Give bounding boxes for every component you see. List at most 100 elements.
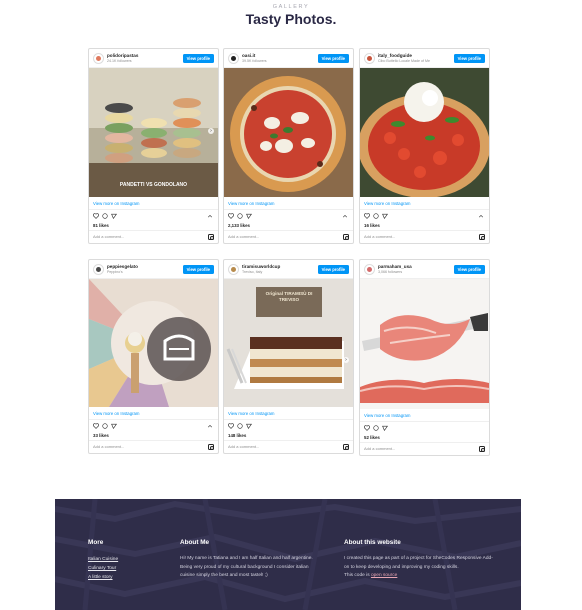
instagram-card: oasi.it 39.5K followers View profile Vie… xyxy=(223,48,354,244)
view-profile-button[interactable]: View profile xyxy=(182,265,214,274)
footer-heading: About Me xyxy=(180,539,210,546)
likes-count: 2,133 likes xyxy=(224,222,353,231)
instagram-icon[interactable] xyxy=(479,234,485,240)
avatar[interactable] xyxy=(93,53,104,64)
comment-placeholder: Add a comment... xyxy=(228,444,260,449)
comment-icon[interactable] xyxy=(237,213,243,219)
sign-text: Original TIRAMISÙ DI TREVISO xyxy=(265,291,313,302)
likes-count: 81 likes xyxy=(89,222,218,231)
view-profile-button[interactable]: View profile xyxy=(317,54,349,63)
post-actions xyxy=(224,210,353,222)
view-more-link[interactable]: View more on Instagram xyxy=(224,407,353,420)
avatar[interactable] xyxy=(93,264,104,275)
username[interactable]: oasi.it xyxy=(242,53,255,58)
username[interactable]: parmaham_usa xyxy=(378,264,412,269)
chevron-up-icon[interactable] xyxy=(478,213,484,219)
heart-icon[interactable] xyxy=(228,213,234,219)
view-more-link[interactable]: View more on Instagram xyxy=(360,409,489,422)
comment-input[interactable]: Add a comment... xyxy=(224,441,353,453)
follower-count: Cibo Buttello Locale Made of Me xyxy=(378,59,430,63)
share-icon[interactable] xyxy=(111,213,117,219)
heart-icon[interactable] xyxy=(93,213,99,219)
view-profile-button[interactable]: View profile xyxy=(182,54,214,63)
avatar[interactable] xyxy=(228,53,239,64)
heart-icon[interactable] xyxy=(93,423,99,429)
card-header: peppiesgelato Peppino's View profile xyxy=(89,260,218,279)
avatar[interactable] xyxy=(228,264,239,275)
view-more-link[interactable]: View more on Instagram xyxy=(360,197,489,210)
comment-icon[interactable] xyxy=(373,213,379,219)
post-photo[interactable] xyxy=(360,279,489,409)
username[interactable]: italy_foodguide xyxy=(378,53,412,58)
comment-input[interactable]: Add a comment... xyxy=(360,231,489,243)
comment-icon[interactable] xyxy=(373,425,379,431)
share-icon[interactable] xyxy=(382,213,388,219)
view-profile-button[interactable]: View profile xyxy=(453,265,485,274)
chevron-right-icon[interactable]: › xyxy=(343,357,349,363)
chevron-up-icon[interactable] xyxy=(207,213,213,219)
comment-input[interactable]: Add a comment... xyxy=(89,231,218,243)
comment-icon[interactable] xyxy=(237,423,243,429)
comment-input[interactable]: Add a comment... xyxy=(89,441,218,453)
comment-icon[interactable] xyxy=(102,423,108,429)
footer-link-italian-cuisine[interactable]: Italian Cuisine xyxy=(88,555,118,564)
instagram-card: peppiesgelato Peppino's View profile Vie… xyxy=(88,259,219,454)
comment-placeholder: Add a comment... xyxy=(364,234,396,239)
share-icon[interactable] xyxy=(246,213,252,219)
follower-count: 3,066 followers xyxy=(378,270,403,274)
card-header: parmaham_usa 3,066 followers View profil… xyxy=(360,260,489,279)
share-icon[interactable] xyxy=(111,423,117,429)
view-more-link[interactable]: View more on Instagram xyxy=(89,197,218,210)
chevron-up-icon[interactable] xyxy=(342,213,348,219)
comment-icon[interactable] xyxy=(102,213,108,219)
comment-input[interactable]: Add a comment... xyxy=(360,443,489,455)
post-photo[interactable] xyxy=(224,68,353,197)
instagram-card: parmaham_usa 3,066 followers View profil… xyxy=(359,259,490,456)
footer-col-about-me: About Me Hi! My name is Tatiana and I am… xyxy=(180,539,320,581)
section-eyebrow: GALLERY xyxy=(272,4,310,10)
comment-placeholder: Add a comment... xyxy=(228,234,260,239)
share-icon[interactable] xyxy=(246,423,252,429)
footer-link-little-story[interactable]: A little story xyxy=(88,573,118,582)
about-me-text: Hi! My name is Tatiana and I am half Ita… xyxy=(180,556,313,578)
avatar[interactable] xyxy=(364,264,375,275)
site-footer: More Italian Cuisine Culinary Tour A lit… xyxy=(55,499,521,610)
chevron-up-icon[interactable] xyxy=(207,423,213,429)
likes-count: 33 likes xyxy=(89,432,218,441)
username[interactable]: peppiesgelato xyxy=(107,264,138,269)
heart-icon[interactable] xyxy=(228,423,234,429)
share-icon[interactable] xyxy=(382,425,388,431)
instagram-icon[interactable] xyxy=(208,234,214,240)
open-source-link[interactable]: open source xyxy=(371,573,397,578)
instagram-icon[interactable] xyxy=(343,234,349,240)
card-header: oasi.it 39.5K followers View profile xyxy=(224,49,353,68)
photo-caption: PANDETTI VS GONDOLANO xyxy=(119,182,188,188)
footer-link-culinary-tour[interactable]: Culinary Tour xyxy=(88,564,118,573)
open-source-prefix: This code is xyxy=(344,573,371,578)
instagram-card: italy_foodguide Cibo Buttello Locale Mad… xyxy=(359,48,490,244)
instagram-icon[interactable] xyxy=(479,446,485,452)
post-photo[interactable]: PANDETTI VS GONDOLANO › xyxy=(89,68,218,197)
page: GALLERY Tasty Photos. polidoripastas 24.… xyxy=(0,0,582,610)
heart-icon[interactable] xyxy=(364,213,370,219)
username[interactable]: tiramisuworldcup xyxy=(242,264,280,269)
post-actions xyxy=(360,210,489,222)
footer-heading: More xyxy=(88,539,104,546)
instagram-icon[interactable] xyxy=(343,444,349,450)
post-photo[interactable]: Original TIRAMISÙ DI TREVISO › xyxy=(224,279,353,407)
view-more-link[interactable]: View more on Instagram xyxy=(89,407,218,420)
comment-placeholder: Add a comment... xyxy=(364,446,396,451)
view-profile-button[interactable]: View profile xyxy=(453,54,485,63)
card-header: polidoripastas 24.1K followers View prof… xyxy=(89,49,218,68)
instagram-icon[interactable] xyxy=(208,444,214,450)
footer-heading: About this website xyxy=(344,539,401,546)
view-more-link[interactable]: View more on Instagram xyxy=(224,197,353,210)
comment-input[interactable]: Add a comment... xyxy=(224,231,353,243)
post-photo[interactable] xyxy=(360,68,489,197)
avatar[interactable] xyxy=(364,53,375,64)
username[interactable]: polidoripastas xyxy=(107,53,138,58)
post-photo[interactable] xyxy=(89,279,218,407)
view-profile-button[interactable]: View profile xyxy=(317,265,349,274)
chevron-right-icon[interactable]: › xyxy=(208,128,214,134)
heart-icon[interactable] xyxy=(364,425,370,431)
